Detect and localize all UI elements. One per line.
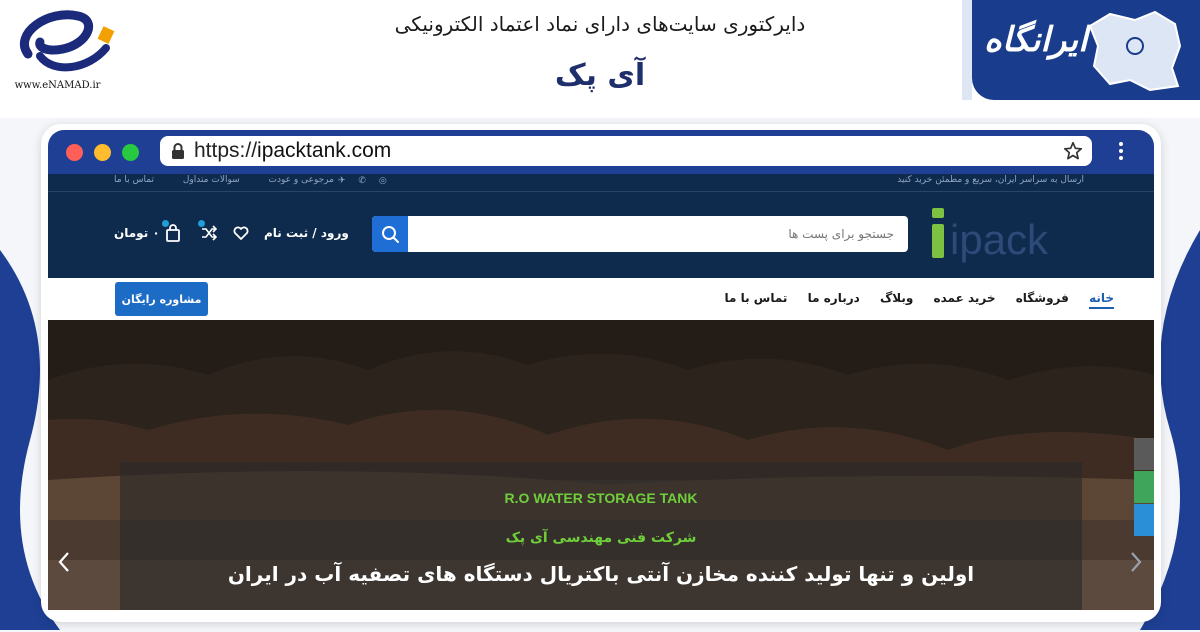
free-consultation-button[interactable]: مشاوره رایگان bbox=[115, 282, 208, 316]
irangah-logo: ایرانگاه bbox=[984, 20, 1088, 60]
browser-toolbar: https://ipacktank.com bbox=[48, 130, 1154, 174]
url-domain: ipacktank.com bbox=[257, 139, 392, 162]
ipack-logo[interactable]: ipack bbox=[926, 204, 1066, 266]
nav-item-wholesale[interactable]: خرید عمده bbox=[934, 291, 996, 305]
cart-total[interactable]: ۰ تومان bbox=[114, 226, 160, 240]
directory-title: دایرکتوری سایت‌های دارای نماد اعتماد الک… bbox=[394, 12, 806, 36]
search-box bbox=[372, 216, 908, 252]
hero-subtitle: R.O WATER STORAGE TANK bbox=[504, 490, 698, 506]
topbar-link-returns[interactable]: مرجوعی و عودت bbox=[269, 175, 334, 185]
iran-map-icon bbox=[1088, 10, 1182, 92]
nav-menu: خانه فروشگاه خرید عمده وبلاگ درباره ما ت… bbox=[708, 291, 1114, 305]
enamad-domain: www.eNAMAD.ir bbox=[14, 80, 101, 91]
compare-badge bbox=[198, 220, 205, 227]
hero-company-name: شرکت فنی مهندسی آی پک bbox=[505, 530, 697, 546]
url-scheme: https:// bbox=[194, 139, 258, 162]
floating-telegram-icon[interactable] bbox=[1134, 504, 1154, 536]
login-register-link[interactable]: ورود / ثبت نام bbox=[264, 226, 349, 240]
floating-instagram-icon[interactable] bbox=[1134, 438, 1154, 470]
slider-next-arrow-icon[interactable] bbox=[1128, 550, 1144, 574]
cart-badge bbox=[162, 220, 169, 227]
directory-banner: www.eNAMAD.ir دایرکتوری سایت‌های دارای ن… bbox=[0, 0, 1200, 118]
nav-item-home[interactable]: خانه bbox=[1089, 291, 1114, 305]
topbar-link-faq[interactable]: سوالات متداول bbox=[183, 175, 240, 185]
topbar-social-icons: ✈ ✆ ◎ bbox=[338, 176, 397, 186]
site-topbar: مرجوعی و عودت سوالات متداول تماس با ما ✈… bbox=[48, 174, 1154, 192]
search-icon bbox=[382, 226, 399, 243]
maximize-window-button[interactable] bbox=[122, 144, 139, 161]
telegram-icon[interactable]: ✈ bbox=[338, 176, 346, 186]
lock-icon bbox=[172, 143, 184, 159]
irangah-brand: ایرانگاه bbox=[962, 0, 1200, 100]
close-window-button[interactable] bbox=[66, 144, 83, 161]
slider-prev-arrow-icon[interactable] bbox=[56, 550, 72, 574]
nav-item-blog[interactable]: وبلاگ bbox=[880, 291, 913, 305]
url-text: https://ipacktank.com bbox=[194, 139, 391, 163]
topbar-shipping-text: ارسال به سراسر ایران، سریع و مطمئن خرید … bbox=[897, 175, 1084, 185]
hero-slider: R.O WATER STORAGE TANK شرکت فنی مهندسی آ… bbox=[48, 320, 1154, 610]
nav-item-about[interactable]: درباره ما bbox=[808, 291, 860, 305]
floating-social-rail bbox=[1134, 438, 1154, 536]
floating-whatsapp-icon[interactable] bbox=[1134, 471, 1154, 503]
logo-text: ipack bbox=[950, 216, 1049, 263]
website-viewport: مرجوعی و عودت سوالات متداول تماس با ما ✈… bbox=[48, 174, 1154, 610]
instagram-icon[interactable]: ◎ bbox=[379, 176, 387, 186]
nav-item-contact[interactable]: تماس با ما bbox=[724, 291, 787, 305]
topbar-links: مرجوعی و عودت سوالات متداول تماس با ما bbox=[114, 175, 360, 185]
site-name: آی پک bbox=[554, 58, 646, 93]
main-navigation: خانه فروشگاه خرید عمده وبلاگ درباره ما ت… bbox=[48, 278, 1154, 320]
wishlist-heart-icon[interactable] bbox=[232, 224, 250, 242]
address-bar[interactable]: https://ipacktank.com bbox=[160, 136, 1092, 166]
hero-caption-card: R.O WATER STORAGE TANK شرکت فنی مهندسی آ… bbox=[120, 462, 1082, 610]
site-header: ipack ورود / ثبت نام bbox=[48, 192, 1154, 278]
minimize-window-button[interactable] bbox=[94, 144, 111, 161]
search-input[interactable] bbox=[410, 216, 904, 252]
bookmark-star-icon[interactable] bbox=[1062, 140, 1084, 162]
search-button[interactable] bbox=[372, 216, 408, 252]
hero-headline: اولین و تنها تولید کننده مخازن آنتی باکت… bbox=[227, 562, 975, 586]
nav-item-shop[interactable]: فروشگاه bbox=[1016, 291, 1069, 305]
browser-menu-icon[interactable] bbox=[1116, 140, 1126, 164]
whatsapp-icon[interactable]: ✆ bbox=[358, 176, 366, 186]
topbar-link-contact[interactable]: تماس با ما bbox=[114, 175, 154, 185]
